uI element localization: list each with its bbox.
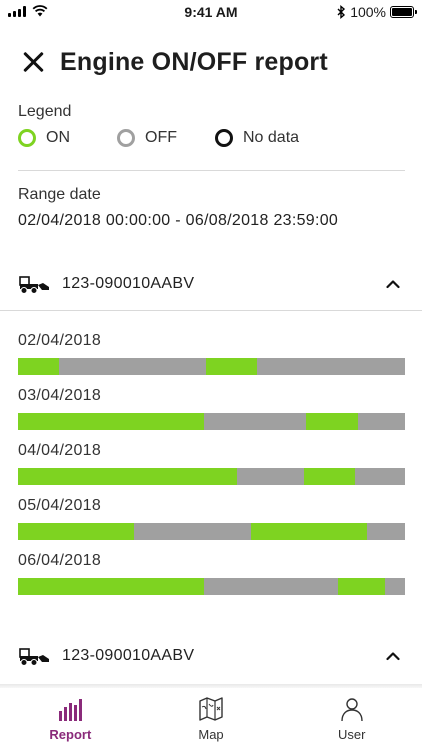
header: Engine ON/OFF report <box>20 44 402 80</box>
day-row: 04/04/2018 <box>18 441 405 485</box>
day-row: 05/04/2018 <box>18 496 405 540</box>
engine-on-segment <box>250 523 368 540</box>
bluetooth-icon <box>337 5 346 19</box>
vehicle-header-1[interactable]: 123-090010AABV <box>0 264 422 304</box>
bar-chart-icon <box>59 699 83 721</box>
legend: ON OFF No data <box>18 129 299 147</box>
engine-on-segment <box>206 358 257 375</box>
day-row: 06/04/2018 <box>18 551 405 595</box>
battery-percentage: 100% <box>350 4 386 20</box>
engine-timeline-bar <box>18 358 405 375</box>
legend-item-off: OFF <box>117 129 215 147</box>
engine-on-segment <box>303 468 355 485</box>
engine-on-segment <box>18 468 237 485</box>
day-row: 02/04/2018 <box>18 331 405 375</box>
day-date: 02/04/2018 <box>18 332 102 349</box>
divider <box>0 310 422 311</box>
range-date-value: 02/04/2018 00:00:00 - 06/08/2018 23:59:0… <box>18 212 339 229</box>
legend-dot-no-data-icon <box>215 129 233 147</box>
legend-dot-on-icon <box>18 129 36 147</box>
battery-icon <box>390 6 417 18</box>
tab-label: Report <box>49 727 92 742</box>
legend-label-off: OFF <box>145 129 177 146</box>
close-icon[interactable] <box>20 49 46 75</box>
page-title: Engine ON/OFF report <box>60 47 328 76</box>
engine-on-segment <box>18 413 204 430</box>
range-date-title: Range date <box>18 186 101 203</box>
vehicle-header-2[interactable]: 123-090010AABV <box>0 636 422 676</box>
chevron-up-icon[interactable] <box>386 277 400 291</box>
day-row: 03/04/2018 <box>18 386 405 430</box>
map-icon <box>199 697 223 721</box>
engine-timeline-bar <box>18 413 405 430</box>
loader-truck-icon <box>19 276 49 294</box>
tab-map[interactable]: Map <box>141 688 282 750</box>
chevron-up-icon[interactable] <box>386 649 400 663</box>
legend-dot-off-icon <box>117 129 135 147</box>
day-date: 04/04/2018 <box>18 442 102 459</box>
engine-timeline-bar <box>18 468 405 485</box>
legend-label-on: ON <box>46 129 70 146</box>
vehicle-name: 123-090010AABV <box>62 275 195 292</box>
vehicle-name: 123-090010AABV <box>62 647 195 664</box>
loader-truck-icon <box>19 648 49 666</box>
engine-timeline-bar <box>18 578 405 595</box>
legend-item-no-data: No data <box>215 129 299 147</box>
day-date: 05/04/2018 <box>18 497 102 514</box>
legend-label-no-data: No data <box>243 129 300 146</box>
tab-report[interactable]: Report <box>0 688 141 750</box>
legend-item-on: ON <box>18 129 117 147</box>
engine-on-segment <box>18 358 59 375</box>
user-icon <box>340 698 363 722</box>
tab-label: Map <box>198 727 224 742</box>
day-date: 06/04/2018 <box>18 552 102 569</box>
tab-bar: Report Map User <box>0 688 422 750</box>
engine-on-segment <box>338 578 386 595</box>
engine-on-segment <box>18 578 204 595</box>
tab-label: User <box>337 727 366 742</box>
status-right: 100% <box>337 4 417 20</box>
divider <box>18 170 405 171</box>
tab-user[interactable]: User <box>281 688 422 750</box>
engine-on-segment <box>18 523 135 540</box>
engine-timeline-bar <box>18 523 405 540</box>
engine-on-segment <box>306 413 358 430</box>
status-bar: 9:41 AM 100% <box>0 0 422 26</box>
legend-title: Legend <box>18 103 72 120</box>
day-date: 03/04/2018 <box>18 387 102 404</box>
